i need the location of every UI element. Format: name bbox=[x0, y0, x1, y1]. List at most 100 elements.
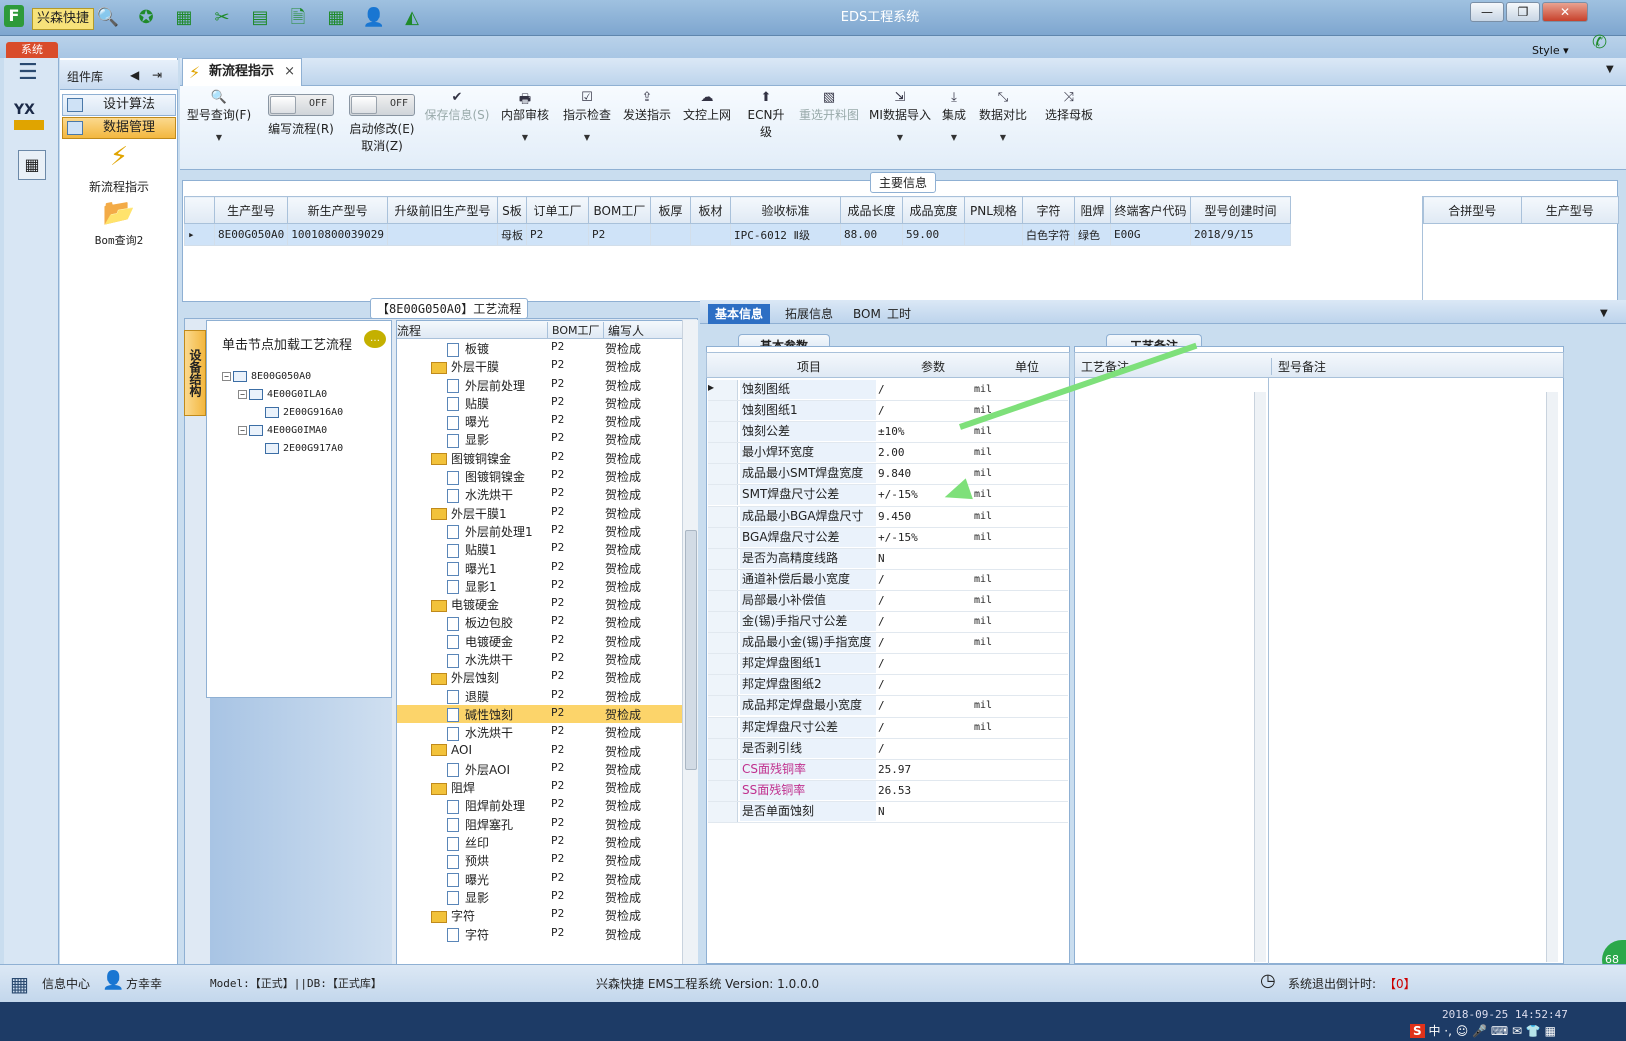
process-row[interactable]: 外层前处理 P2 贺检成 bbox=[397, 376, 697, 394]
param-row[interactable]: 邦定焊盘图纸2/ bbox=[708, 675, 1068, 697]
process-row[interactable]: 外层前处理1 P2 贺检成 bbox=[397, 522, 697, 540]
param-row[interactable]: 邦定焊盘尺寸公差 / mil bbox=[708, 717, 1068, 739]
param-value[interactable]: 9.840 bbox=[878, 467, 911, 480]
param-row[interactable]: 成品邦定焊盘最小宽度 / mil bbox=[708, 696, 1068, 718]
table-cell[interactable] bbox=[386, 223, 498, 246]
param-value[interactable]: +/-15% bbox=[878, 531, 918, 544]
lib-item-design-algorithm[interactable]: 设计算法 bbox=[62, 94, 176, 116]
tree-node[interactable]: − 4E00G0ILA0 bbox=[222, 386, 392, 404]
sogou-icon[interactable]: S bbox=[1410, 1024, 1425, 1038]
tab-detail-3[interactable]: 工时 bbox=[880, 304, 918, 324]
param-row[interactable]: 局部最小补偿值 / mil bbox=[708, 590, 1068, 613]
new-process-instruction-link[interactable]: 新流程指示 bbox=[60, 178, 178, 195]
process-row[interactable]: 电镀硬金 P2 贺检成 bbox=[397, 595, 697, 613]
param-row[interactable]: 通道补偿后最小宽度 / mil bbox=[708, 569, 1068, 591]
col-header[interactable]: S板 bbox=[496, 196, 527, 224]
ribbon-button-11[interactable]: ⤓ 集成 ▼ bbox=[940, 90, 968, 142]
process-note-scrollbar[interactable] bbox=[1254, 392, 1266, 962]
process-row[interactable]: 显影 P2 贺检成 bbox=[397, 888, 697, 906]
param-value[interactable]: N bbox=[878, 552, 885, 565]
collapse-icon[interactable]: − bbox=[222, 371, 231, 381]
col-header[interactable]: 板材 bbox=[689, 196, 731, 224]
process-row[interactable]: 外层干膜1 P2 贺检成 bbox=[397, 504, 697, 522]
param-row[interactable]: 是否剥引线 / bbox=[708, 738, 1068, 760]
minimize-button[interactable]: — bbox=[1470, 2, 1504, 22]
col-header[interactable]: 阻焊 bbox=[1073, 196, 1111, 224]
table-cell[interactable]: 10010800039029 bbox=[287, 223, 388, 246]
table-cell[interactable]: 2018/9/15 bbox=[1189, 223, 1291, 246]
ribbon-button-3[interactable]: ✔ 保存信息(S) bbox=[420, 90, 494, 123]
chart-icon[interactable]: ◭ bbox=[400, 6, 424, 30]
col-model-note[interactable]: 型号备注 bbox=[1271, 358, 1326, 375]
process-row[interactable]: 碱性蚀刻 P2 贺检成 bbox=[397, 704, 697, 724]
grid-icon[interactable]: ▦ bbox=[172, 6, 196, 30]
toggle-switch[interactable]: OFF bbox=[268, 94, 334, 116]
param-row[interactable]: 是否单面蚀刻 N bbox=[708, 801, 1068, 823]
process-row[interactable]: 板镀 P2 贺检成 bbox=[397, 339, 697, 357]
ribbon-button-9[interactable]: ▧ 重选开料图 bbox=[796, 90, 862, 123]
param-row[interactable]: SMT焊盘尺寸公差 +/-15% mil bbox=[708, 485, 1068, 507]
film-icon[interactable]: ▤ bbox=[248, 6, 272, 30]
tab-overflow-icon[interactable]: ▼ bbox=[1606, 64, 1614, 75]
ime-toolbar[interactable]: S 中 ·, ☺ 🎤 ⌨ ✉ 👕 ▦ bbox=[1410, 1022, 1556, 1039]
param-value[interactable]: / bbox=[878, 742, 885, 755]
col-header[interactable]: 验收标准 bbox=[729, 196, 841, 224]
info-center-link[interactable]: 信息中心 bbox=[42, 975, 90, 992]
param-row[interactable]: 是否为高精度线路 N bbox=[708, 548, 1068, 570]
pin-icon[interactable]: ⇥ bbox=[152, 68, 162, 82]
param-value[interactable]: 25.97 bbox=[878, 763, 911, 776]
param-value[interactable]: / bbox=[878, 615, 885, 628]
process-row[interactable]: 阻焊前处理 P2 贺检成 bbox=[397, 796, 697, 814]
process-row[interactable]: 水洗烘干 P2 贺检成 bbox=[397, 723, 697, 741]
ribbon-button-1[interactable]: OFF 编写流程(R) bbox=[262, 94, 340, 137]
param-value[interactable]: 9.450 bbox=[878, 510, 911, 523]
tree-node[interactable]: 2E00G916A0 bbox=[222, 404, 392, 422]
process-row[interactable]: 外层蚀刻 P2 贺检成 bbox=[397, 668, 697, 686]
col-bom-factory[interactable]: BOM工厂 bbox=[547, 322, 600, 338]
table-icon[interactable]: ▦ bbox=[324, 6, 348, 30]
param-value[interactable]: / bbox=[878, 383, 885, 396]
ribbon-button-8[interactable]: ⬆ ECN升级 bbox=[742, 90, 790, 140]
param-value[interactable]: +/-15% bbox=[878, 488, 918, 501]
process-row[interactable]: 外层干膜 P2 贺检成 bbox=[397, 357, 697, 375]
col-header[interactable]: 终端客户代码 bbox=[1109, 196, 1191, 224]
param-value[interactable]: 26.53 bbox=[878, 784, 911, 797]
param-value[interactable]: N bbox=[878, 805, 885, 818]
collapse-icon[interactable]: − bbox=[238, 425, 247, 435]
table-cell[interactable]: P2 bbox=[525, 223, 589, 246]
table-cell[interactable]: E00G bbox=[1109, 223, 1191, 246]
param-value[interactable]: ±10% bbox=[878, 425, 905, 438]
param-row[interactable]: 蚀刻公差 ±10% mil bbox=[708, 422, 1068, 444]
param-row[interactable]: ▸ 蚀刻图纸 / mil bbox=[708, 380, 1068, 402]
process-row[interactable]: 字符 P2 贺检成 bbox=[397, 906, 697, 924]
param-row[interactable]: 金(锡)手指尺寸公差 / mil bbox=[708, 612, 1068, 634]
process-row[interactable]: 曝光 P2 贺检成 bbox=[397, 412, 697, 430]
col-header[interactable]: 成品宽度 bbox=[901, 196, 965, 224]
process-row[interactable]: 图镀铜镍金 P2 贺检成 bbox=[397, 449, 697, 467]
param-value[interactable]: / bbox=[878, 657, 885, 670]
process-row[interactable]: 贴膜 P2 贺检成 bbox=[397, 394, 697, 412]
param-row[interactable]: CS面残铜率 25.97 bbox=[708, 759, 1068, 781]
col-header[interactable]: 生产型号 bbox=[213, 196, 289, 224]
toggle-switch[interactable]: OFF bbox=[349, 94, 415, 116]
chat-bubble-icon[interactable]: … bbox=[364, 330, 386, 348]
param-row[interactable]: 成品最小SMT焊盘宽度 9.840 mil bbox=[708, 464, 1068, 486]
process-row[interactable]: 显影1 P2 贺检成 bbox=[397, 577, 697, 595]
dropdown-arrow-icon[interactable]: ▼ bbox=[562, 133, 612, 142]
process-row[interactable]: 外层AOI P2 贺检成 bbox=[397, 760, 697, 778]
table-cell[interactable]: 59.00 bbox=[901, 223, 965, 246]
param-row[interactable]: 成品最小BGA焊盘尺寸 9.450 mil bbox=[708, 506, 1068, 528]
param-value[interactable]: / bbox=[878, 678, 885, 691]
param-row[interactable]: BGA焊盘尺寸公差 +/-15% mil bbox=[708, 527, 1068, 549]
scroll-thumb[interactable] bbox=[685, 530, 697, 770]
lightning-icon[interactable]: ⚡ bbox=[60, 142, 178, 172]
tab-detail-0[interactable]: 基本信息 bbox=[708, 304, 771, 324]
process-row[interactable]: 曝光1 P2 贺检成 bbox=[397, 559, 697, 577]
process-row[interactable]: 阻焊塞孔 P2 贺检成 bbox=[397, 815, 697, 833]
process-row[interactable]: 退膜 P2 贺检成 bbox=[397, 687, 697, 705]
ribbon-button-13[interactable]: ⤨ 选择母板 bbox=[1040, 90, 1098, 123]
col-header[interactable]: 板厚 bbox=[649, 196, 691, 224]
gear-icon[interactable]: ✪ bbox=[134, 6, 158, 30]
col-header[interactable]: 字符 bbox=[1021, 196, 1075, 224]
restore-button[interactable]: ❐ bbox=[1506, 2, 1540, 22]
